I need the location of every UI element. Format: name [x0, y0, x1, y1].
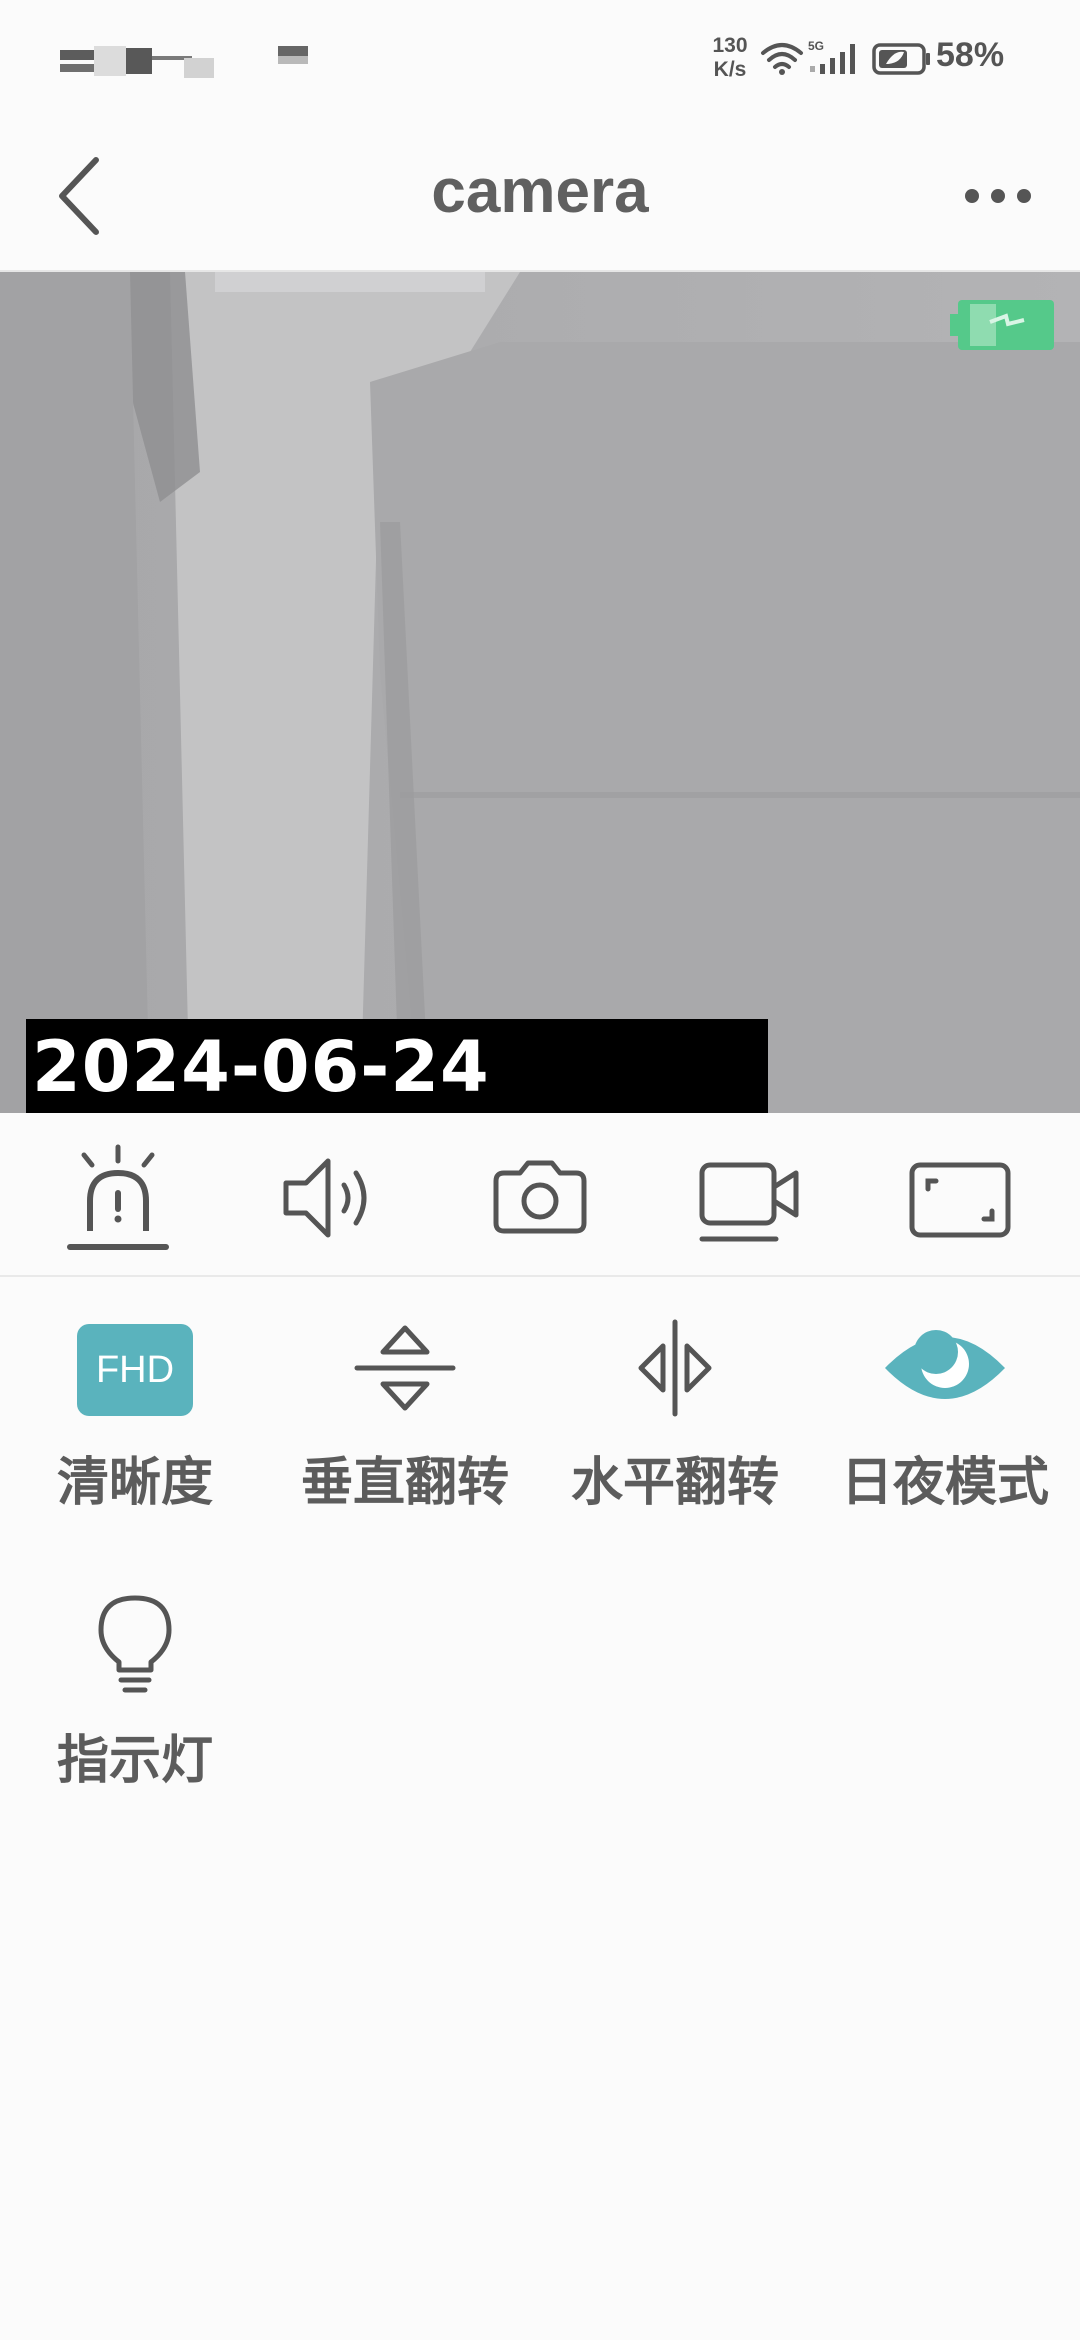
wifi-icon: [761, 43, 803, 75]
day-night-mode-button[interactable]: 日夜模式: [815, 1318, 1075, 1515]
siren-icon: [67, 1144, 169, 1250]
resolution-button[interactable]: FHD 清晰度: [5, 1322, 265, 1515]
stream-battery-indicator: [950, 300, 1054, 350]
more-dots-icon[interactable]: [960, 170, 1040, 220]
vertical-flip-button[interactable]: 垂直翻转: [275, 1318, 535, 1515]
top-navigation: camera: [0, 120, 1080, 270]
camera-icon: [493, 1160, 587, 1234]
horizontal-flip-label: 水平翻转: [570, 1453, 779, 1513]
svg-text:5G: 5G: [808, 39, 824, 53]
svg-text:FHD: FHD: [96, 1349, 174, 1391]
record-button[interactable]: [690, 1143, 810, 1253]
indicator-light-label: 指示灯: [56, 1731, 213, 1791]
day-night-mode-label: 日夜模式: [840, 1453, 1049, 1513]
camera-feed-image: [0, 272, 1080, 1113]
network-speed: 130 K/s: [712, 34, 748, 81]
snapshot-button[interactable]: [480, 1143, 600, 1253]
vertical-flip-label: 垂直翻转: [300, 1453, 509, 1513]
cellular-signal-icon: 5G: [808, 39, 855, 74]
camera-live-view[interactable]: 2024-06-24 21:24:52: [0, 270, 1080, 1113]
playback-controls: [0, 1113, 1080, 1277]
vertical-flip-icon: [354, 1325, 456, 1411]
page-title: camera: [431, 157, 649, 226]
fullscreen-icon: [909, 1162, 1011, 1238]
day-night-eye-icon: [885, 1330, 1005, 1399]
video-timestamp: 2024-06-24 21:24:52: [26, 1019, 768, 1113]
status-bar: 130 K/s 5G 58%: [0, 0, 1080, 120]
battery-percent: 58%: [936, 36, 1005, 74]
lightbulb-icon: [98, 1595, 172, 1693]
indicator-light-button[interactable]: 指示灯: [5, 1590, 265, 1793]
mute-button[interactable]: [270, 1143, 390, 1253]
alarm-button[interactable]: [58, 1143, 178, 1253]
speaker-icon: [283, 1158, 367, 1238]
horizontal-flip-button[interactable]: 水平翻转: [545, 1318, 805, 1515]
resolution-label: 清晰度: [56, 1453, 213, 1513]
notification-icons: [60, 42, 308, 82]
video-record-icon: [699, 1162, 799, 1242]
fullscreen-button[interactable]: [900, 1143, 1020, 1253]
horizontal-flip-icon: [638, 1319, 712, 1417]
battery-icon: [872, 43, 930, 75]
fhd-icon: FHD: [77, 1324, 193, 1416]
